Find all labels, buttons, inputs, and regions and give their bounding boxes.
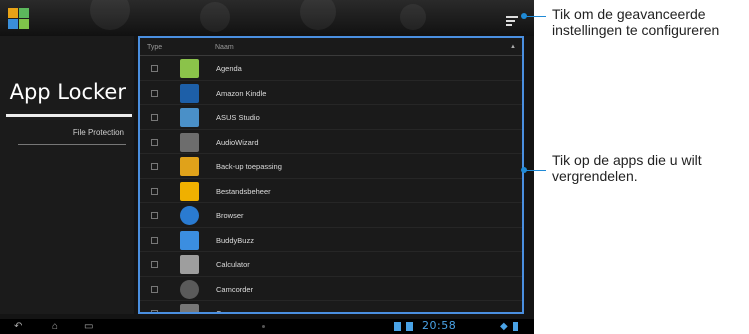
app-title: App Locker <box>9 80 126 104</box>
lock-checkbox[interactable] <box>151 163 158 170</box>
navigation-bar: ↶ ⌂ ▭ 20:58 ◆ <box>0 319 534 334</box>
lock-checkbox[interactable] <box>151 187 158 195</box>
list-item[interactable]: Back-up toepassing <box>140 154 522 179</box>
backup-icon <box>180 157 199 176</box>
page-indicator <box>262 325 265 328</box>
lock-checkbox[interactable] <box>151 212 158 219</box>
app-name: Back-up toepassing <box>216 162 282 171</box>
list-item[interactable]: BuddyBuzz <box>140 228 522 252</box>
kindle-icon <box>180 83 199 103</box>
lock-checkbox[interactable] <box>151 285 158 293</box>
lock-icon <box>406 322 413 331</box>
camera-icon <box>180 304 199 312</box>
overflow-menu-icon[interactable] <box>506 16 518 28</box>
document-icon <box>394 322 401 331</box>
buddybuzz-icon <box>180 230 199 250</box>
app-name: Agenda <box>216 64 242 73</box>
list-header: Type Naam ▲ <box>140 38 522 56</box>
sidebar: App Locker File Protection <box>0 36 134 314</box>
action-bar <box>0 0 534 36</box>
lock-checkbox[interactable] <box>151 65 158 72</box>
list-item[interactable]: Calculator <box>140 252 522 277</box>
tablet-screen: App Locker File Protection Type Naam ▲ A… <box>0 0 534 334</box>
lock-checkbox[interactable] <box>151 114 158 121</box>
audiowizard-icon <box>180 132 199 152</box>
app-name: Bestandsbeheer <box>216 186 271 196</box>
callout-line <box>526 16 546 17</box>
lock-checkbox[interactable] <box>151 138 158 146</box>
lock-checkbox[interactable] <box>151 261 158 268</box>
list-item[interactable]: Bestandsbeheer <box>140 179 522 203</box>
app-list-panel: Type Naam ▲ Agenda Amazon Kindle ASUS Stud… <box>138 36 524 314</box>
sidebar-item-file-protection[interactable]: File Protection <box>0 128 124 137</box>
bokeh-decoration <box>200 2 230 32</box>
list-item[interactable]: Browser <box>140 203 522 228</box>
column-header-type[interactable]: Type <box>147 44 162 51</box>
app-list: Agenda Amazon Kindle ASUS Studio AudioWizar… <box>140 56 522 314</box>
list-item[interactable]: Agenda <box>140 56 522 81</box>
app-name: Browser <box>216 211 244 220</box>
sort-arrow-icon[interactable]: ▲ <box>510 44 516 50</box>
divider <box>18 144 126 145</box>
clock: 20:58 <box>422 319 457 332</box>
calendar-icon <box>180 59 199 78</box>
recent-apps-icon[interactable]: ▭ <box>84 321 93 332</box>
back-icon[interactable]: ↶ <box>14 321 22 332</box>
globe-icon <box>180 206 199 225</box>
app-locker-icon[interactable] <box>8 8 30 30</box>
studio-icon <box>180 108 199 127</box>
callout-line <box>526 170 546 171</box>
bokeh-decoration <box>300 0 336 30</box>
list-item[interactable]: Camera <box>140 301 522 314</box>
app-name: Camera <box>216 309 243 314</box>
bokeh-decoration <box>90 0 130 30</box>
list-item[interactable]: Camcorder <box>140 277 522 301</box>
app-name: ASUS Studio <box>216 113 260 122</box>
wifi-icon: ◆ <box>500 321 508 332</box>
lock-checkbox[interactable] <box>151 310 158 312</box>
app-name: AudioWizard <box>216 137 259 147</box>
app-name: Amazon Kindle <box>216 88 267 98</box>
list-item[interactable]: ASUS Studio <box>140 105 522 130</box>
home-icon[interactable]: ⌂ <box>52 321 58 332</box>
callout-settings-text: Tik om de geavanceerde instellingen te c… <box>552 6 720 38</box>
lock-checkbox[interactable] <box>151 236 158 244</box>
app-name: Camcorder <box>216 284 254 294</box>
bokeh-decoration <box>400 4 426 30</box>
lock-checkbox[interactable] <box>151 89 158 97</box>
app-name: BuddyBuzz <box>216 235 254 245</box>
app-name: Calculator <box>216 260 250 269</box>
list-item[interactable]: AudioWizard <box>140 130 522 154</box>
list-item[interactable]: Amazon Kindle <box>140 81 522 105</box>
calculator-icon <box>180 255 199 274</box>
battery-icon <box>513 322 518 331</box>
title-underline <box>6 114 132 117</box>
file-manager-icon <box>180 181 199 201</box>
camcorder-icon <box>180 279 199 299</box>
callout-apps-text: Tik op de apps die u wilt vergrendelen. <box>552 152 702 184</box>
column-header-name[interactable]: Naam <box>215 44 234 51</box>
